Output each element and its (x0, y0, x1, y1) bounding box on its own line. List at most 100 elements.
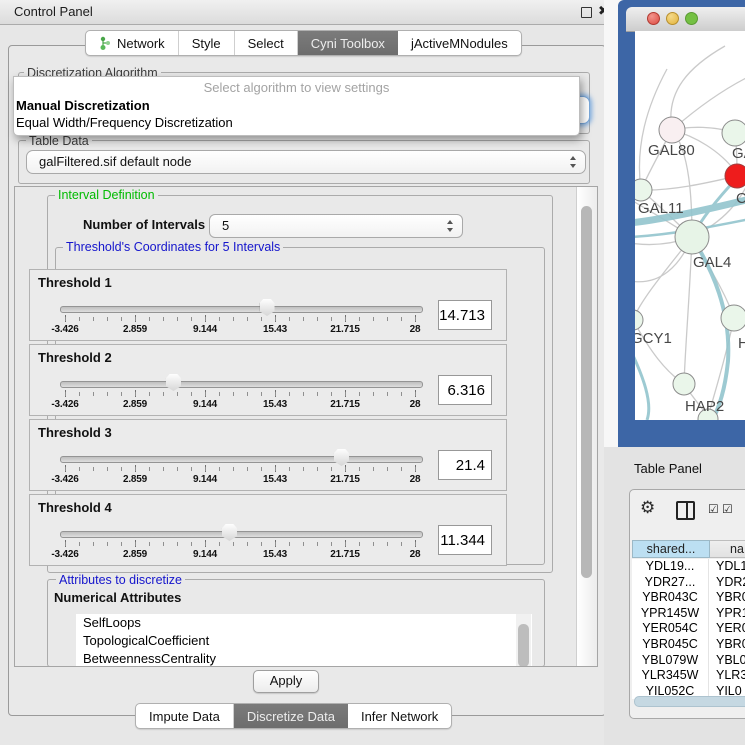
tab-discretize-data[interactable]: Discretize Data (234, 704, 348, 728)
tick-label: 21.715 (313, 474, 377, 485)
table-row[interactable]: YER054CYER0 (632, 621, 745, 637)
tab-infer-network[interactable]: Infer Network (348, 704, 451, 728)
tick-label: 15.43 (243, 474, 307, 485)
dropdown-option-manual[interactable]: Manual Discretization (16, 98, 150, 113)
tick-label: -3.426 (33, 399, 97, 410)
column-header-shared[interactable]: shared... (632, 540, 710, 558)
node-gcy1[interactable] (635, 310, 643, 330)
list-item[interactable]: SelfLoops (76, 614, 532, 632)
tab-cyni-toolbox[interactable]: Cyni Toolbox (298, 31, 398, 55)
table-horizontal-scrollbar[interactable] (634, 696, 745, 707)
tick-label: -3.426 (33, 324, 97, 335)
tab-select[interactable]: Select (235, 31, 298, 55)
threshold-4-slider-thumb[interactable] (222, 524, 237, 541)
table-row[interactable]: YLR345WYLR3 (632, 668, 745, 684)
checkbox-icon[interactable]: ☑ (722, 502, 733, 516)
threshold-3-row: Threshold 3 -3.426 2.859 9.144 15.43 21.… (29, 419, 507, 491)
tick-label: 21.715 (313, 324, 377, 335)
tick-label: 9.144 (173, 324, 237, 335)
node-h[interactable] (721, 305, 745, 331)
close-traffic-light-icon[interactable] (647, 12, 660, 25)
control-panel-titlebar: Control Panel ✖ (0, 0, 618, 25)
zoom-traffic-light-icon[interactable] (685, 12, 698, 25)
threshold-1-value-field[interactable]: 14.713 (438, 300, 492, 330)
threshold-2-row: Threshold 2 -3.426 2.859 9.144 15.43 21.… (29, 344, 507, 416)
table-row[interactable]: YBR043CYBR0 (632, 590, 745, 606)
attributes-group-title: Attributes to discretize (56, 573, 185, 587)
algorithm-dropdown-popup: Select algorithm to view settings Manual… (13, 76, 580, 136)
threshold-1-slider[interactable] (60, 306, 423, 313)
threshold-3-value-field[interactable]: 21.4 (438, 450, 492, 480)
node-gal11[interactable] (635, 179, 652, 201)
table-row[interactable]: YBL079WYBL0 (632, 653, 745, 669)
number-of-intervals-combobox[interactable]: 5 (209, 214, 463, 238)
node-gal80[interactable] (659, 117, 685, 143)
threshold-4-slider[interactable] (60, 531, 423, 538)
checkbox-icon[interactable]: ☑ (708, 502, 719, 516)
number-of-intervals-label: Number of Intervals (83, 217, 205, 232)
attributes-group: Attributes to discretize Numerical Attri… (47, 579, 545, 667)
tick-label: 2.859 (103, 324, 167, 335)
node-label: GA (732, 145, 745, 162)
threshold-4-label: Threshold 4 (38, 500, 112, 515)
node-selected-red[interactable] (725, 164, 745, 188)
threshold-3-slider[interactable] (60, 456, 423, 463)
tick-label: 9.144 (173, 399, 237, 410)
tab-network[interactable]: Network (86, 31, 179, 55)
scrollbar-thumb[interactable] (581, 206, 592, 578)
tick-label: 2.859 (103, 399, 167, 410)
table-panel-region: Table Panel ⚙ ☑ ☑ shared... na YDL19...Y… (604, 447, 745, 745)
threshold-3-label: Threshold 3 (38, 425, 112, 440)
column-layout-icon[interactable] (676, 501, 695, 520)
tab-style[interactable]: Style (179, 31, 235, 55)
tab-jactivemnodules[interactable]: jActiveMNodules (398, 31, 521, 55)
settings-vertical-scrollbar[interactable] (576, 187, 597, 666)
threshold-2-label: Threshold 2 (38, 350, 112, 365)
threshold-2-value-field[interactable]: 6.316 (438, 375, 492, 405)
node-label: GCY1 (635, 330, 672, 347)
table-row[interactable]: YPR145WYPR1 (632, 606, 745, 622)
table-panel-title: Table Panel (634, 461, 702, 476)
node-label: GAL11 (638, 200, 684, 217)
cyni-bottom-tabs: Impute Data Discretize Data Infer Networ… (135, 703, 452, 729)
tab-impute-data[interactable]: Impute Data (136, 704, 234, 728)
table-data-combobox[interactable]: galFiltered.sif default node (26, 150, 586, 174)
threshold-2-slider[interactable] (60, 381, 423, 388)
threshold-1-slider-thumb[interactable] (260, 299, 275, 316)
threshold-4-row: Threshold 4 -3.426 2.859 9.144 15.43 21.… (29, 494, 507, 566)
control-panel-tabs: Network Style Select Cyni Toolbox jActiv… (85, 30, 522, 56)
tick-label: 9.144 (173, 549, 237, 560)
network-view-canvas[interactable]: GAL80 GA C GAL11 GAL4 GCY1 H HAP2 (635, 31, 745, 420)
node-label: C (736, 190, 745, 207)
numerical-attributes-list[interactable]: SelfLoops TopologicalCoefficient Between… (76, 614, 532, 667)
number-of-intervals-value: 5 (222, 215, 229, 237)
list-item[interactable]: BetweennessCentrality (76, 650, 532, 667)
settings-scroll-viewport: Interval Definition Number of Intervals … (14, 186, 598, 667)
list-item[interactable]: TopologicalCoefficient (76, 632, 532, 650)
float-window-icon[interactable] (581, 7, 592, 18)
dropdown-option-equal-width[interactable]: Equal Width/Frequency Discretization (16, 115, 233, 130)
threshold-4-value-field[interactable]: 11.344 (438, 525, 492, 555)
network-window-titlebar[interactable] (626, 7, 745, 32)
tick-label: 2.859 (103, 549, 167, 560)
attributes-list-scrollbar[interactable] (516, 614, 531, 667)
table-row[interactable]: YDL19...YDL1 (632, 559, 745, 575)
tick-label: 21.715 (313, 549, 377, 560)
threshold-2-slider-thumb[interactable] (166, 374, 181, 391)
apply-button[interactable]: Apply (253, 670, 319, 693)
threshold-3-slider-thumb[interactable] (334, 449, 349, 466)
tick-label: 21.715 (313, 399, 377, 410)
table-row[interactable]: YBR045CYBR0 (632, 637, 745, 653)
panel-title: Control Panel (14, 4, 93, 19)
node-top-right[interactable] (722, 120, 745, 146)
node-gal4[interactable] (675, 220, 709, 254)
node-hap2[interactable] (673, 373, 695, 395)
table-data-value: galFiltered.sif default node (39, 151, 191, 173)
minimize-traffic-light-icon[interactable] (666, 12, 679, 25)
threshold-1-label: Threshold 1 (38, 275, 112, 290)
table-row[interactable]: YDR27...YDR2 (632, 575, 745, 591)
slider-minor-ticks (65, 317, 417, 321)
numerical-attributes-label: Numerical Attributes (54, 590, 181, 605)
column-header-name[interactable]: na (710, 540, 745, 558)
gear-icon[interactable]: ⚙ (640, 498, 655, 518)
